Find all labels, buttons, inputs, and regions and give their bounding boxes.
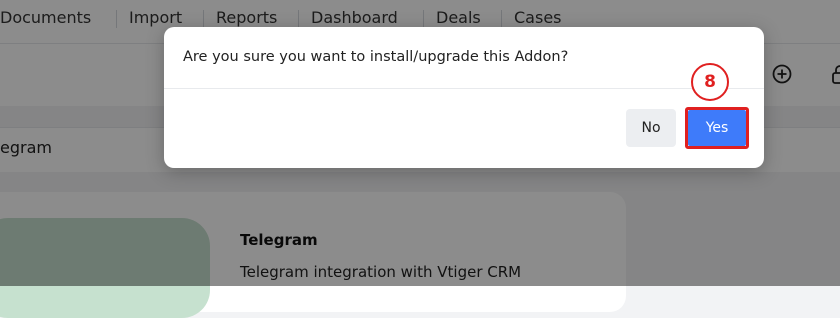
step-number-badge: 8 <box>691 63 729 101</box>
highlight-annotation <box>685 107 749 149</box>
dialog-message: Are you sure you want to install/upgrade… <box>183 49 569 65</box>
dialog-divider <box>164 88 764 89</box>
no-button[interactable]: No <box>626 109 676 147</box>
confirm-install-dialog: Are you sure you want to install/upgrade… <box>164 27 764 168</box>
